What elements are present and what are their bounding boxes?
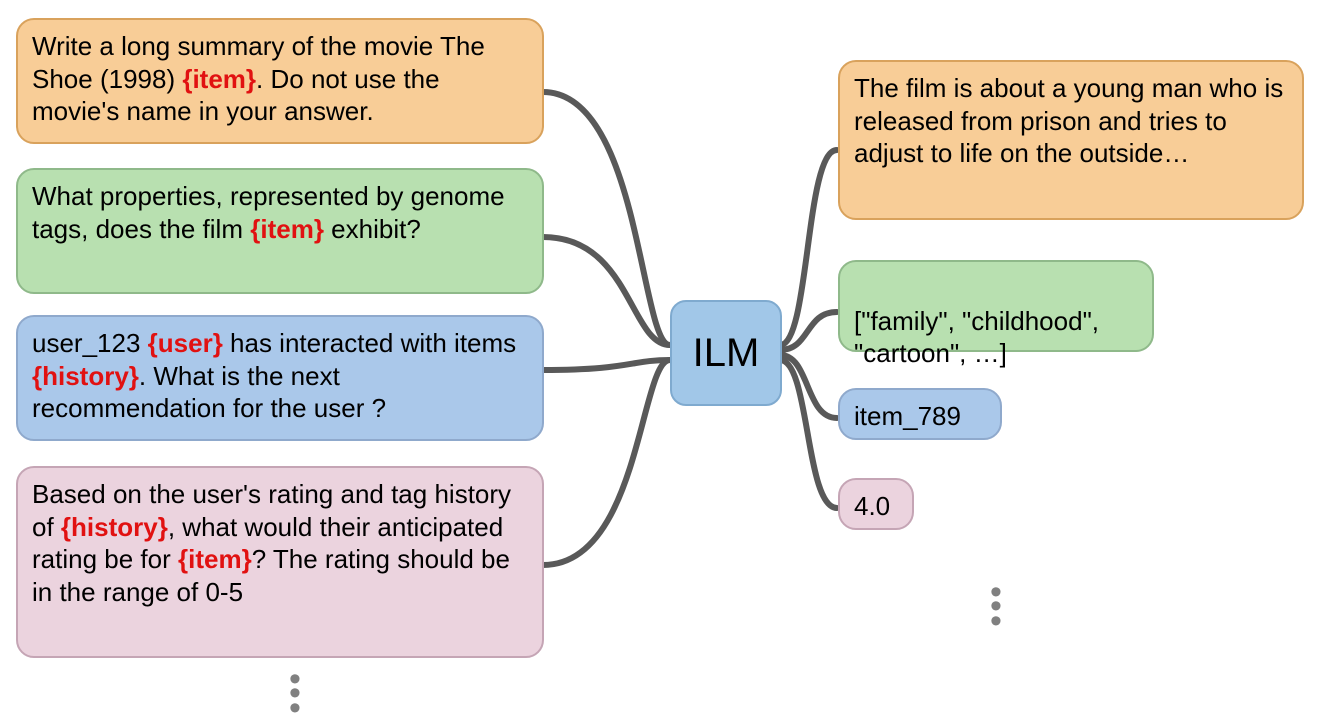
output-rec-box: item_789	[838, 388, 1002, 440]
token-item: {item}	[178, 544, 252, 574]
output-rating-box: 4.0	[838, 478, 914, 530]
token-item: {item}	[182, 64, 256, 94]
ilm-label: ILM	[693, 331, 760, 376]
edge-in-summary	[543, 92, 670, 345]
input-props-box: What properties, represented by genome t…	[16, 168, 544, 294]
input-summary-box: Write a long summary of the movie The Sh…	[16, 18, 544, 144]
output-props-box: ["family", "childhood", "cartoon", …]	[838, 260, 1154, 352]
edge-in-rating	[543, 360, 670, 565]
output-summary-box: The film is about a young man who is rel…	[838, 60, 1304, 220]
edge-in-props	[543, 237, 670, 345]
ellipsis-icon: •••	[289, 672, 301, 715]
edge-out-summary	[780, 150, 837, 345]
token-history: {history}	[61, 512, 168, 542]
output-summary-text: The film is about a young man who is rel…	[854, 73, 1283, 168]
edge-out-rating	[780, 360, 837, 508]
token-user: {user}	[148, 328, 223, 358]
input-rec-box: user_123 {user} has interacted with item…	[16, 315, 544, 441]
edge-out-rec	[780, 355, 837, 418]
edge-out-props	[780, 312, 837, 350]
edge-in-rec	[543, 360, 670, 370]
output-rec-text: item_789	[854, 401, 961, 431]
token-history: {history}	[32, 361, 139, 391]
text: user_123	[32, 328, 148, 358]
output-rating-text: 4.0	[854, 491, 890, 521]
output-props-text: ["family", "childhood", "cartoon", …]	[854, 306, 1099, 369]
input-rating-box: Based on the user's rating and tag histo…	[16, 466, 544, 658]
ellipsis-icon: •••	[990, 585, 1002, 628]
ilm-node: ILM	[670, 300, 782, 406]
text: exhibit?	[324, 214, 421, 244]
token-item: {item}	[250, 214, 324, 244]
text: has interacted with items	[223, 328, 516, 358]
